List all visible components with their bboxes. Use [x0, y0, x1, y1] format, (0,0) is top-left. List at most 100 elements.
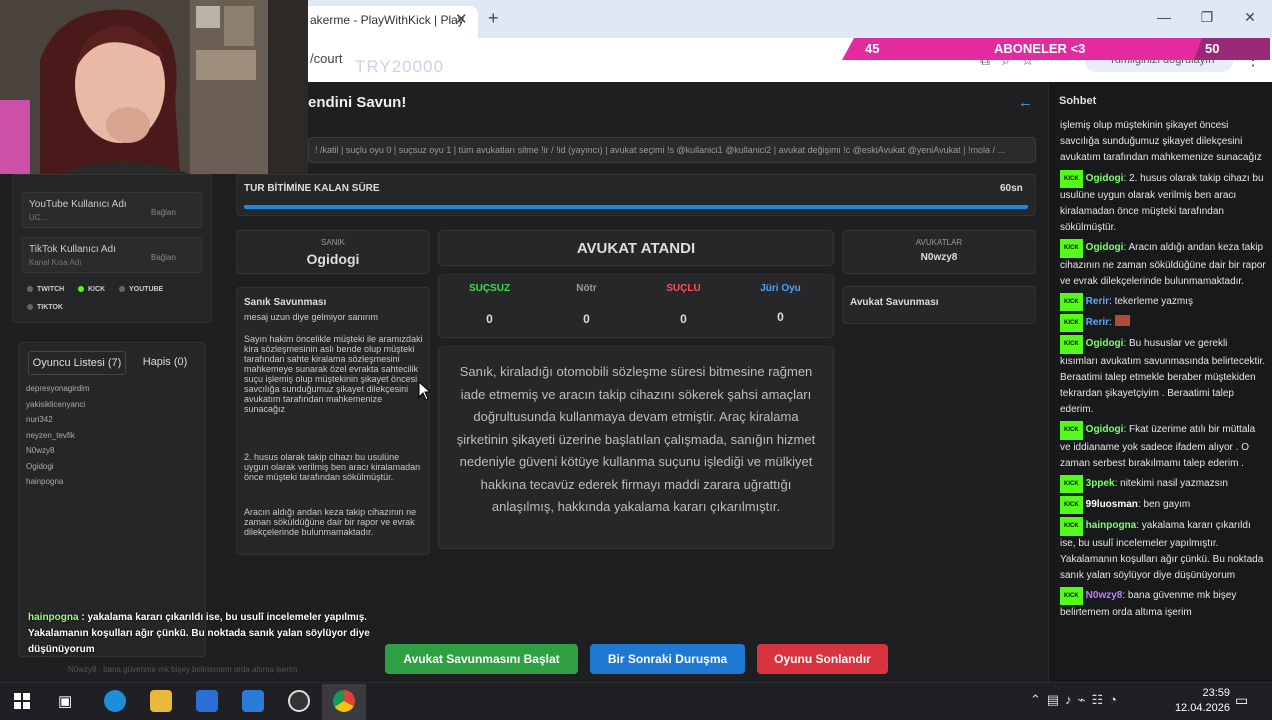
chat-message: KICK Ogidogi: Fkat üzerime atılı bir mütt…: [1060, 421, 1266, 472]
defense-paragraph-1: Sayın hakim öncelikle müşteki ile aramız…: [244, 334, 423, 414]
chat-message: KICK Ogidogi: Bu hususlar ve gerekli kısı…: [1060, 335, 1266, 418]
list-item[interactable]: Ogidogi: [26, 462, 54, 471]
tiktok-connect-button[interactable]: Bağlan: [151, 253, 176, 262]
lawyer-assigned-banner: AVUKAT ATANDI: [438, 230, 834, 266]
chat-message: KICK Ogidogi: Aracın aldığı andan keza ta…: [1060, 239, 1266, 290]
timer-label: TUR BİTİMİNE KALAN SÜRE: [244, 183, 380, 194]
overlay-username: hainpogna: [28, 612, 79, 623]
lawyers-label: AVUKATLAR: [915, 238, 963, 247]
page-title: endini Savun!: [308, 94, 407, 111]
youtube-label: YouTube Kullanıcı Adı: [29, 199, 127, 210]
tab-player-list[interactable]: Oyuncu Listesi (7): [28, 351, 126, 375]
clock-date: 12.04.2026: [1174, 702, 1230, 714]
youtube-placeholder: UC...: [29, 213, 48, 222]
platform-kick[interactable]: KICK: [78, 286, 105, 293]
list-item[interactable]: yakisiklicenyanci: [26, 400, 85, 409]
defense-paragraph-2: 2. husus olarak takip cihazı bu usulüne …: [244, 452, 421, 482]
minimize-icon[interactable]: —: [1154, 9, 1174, 25]
platform-twitch[interactable]: TWITCH: [27, 286, 64, 293]
store-icon[interactable]: [196, 690, 218, 712]
platform-tiktok-label: TIKTOK: [37, 304, 63, 311]
chat-message: KICK Rerir: tekerleme yazmış: [1060, 293, 1266, 312]
vote-neutral-count: 0: [583, 312, 590, 326]
edge-icon[interactable]: [104, 690, 126, 712]
tiktok-placeholder: Kanal Kısa Adı: [29, 258, 82, 267]
list-item[interactable]: neyzen_tevfik: [26, 431, 75, 440]
chat-messages: işlemiş olup müştekinin şikayet öncesi s…: [1060, 118, 1266, 625]
list-item[interactable]: depresyonagirdim: [26, 384, 90, 393]
platform-youtube-label: YOUTUBE: [129, 286, 164, 293]
chat-username[interactable]: Ogidogi: [1086, 173, 1124, 184]
overlay-faded-message: N0wzy8 : bana güvenme mk bişey belirteme…: [68, 665, 298, 674]
chat-message: KICK Ogidogi: 2. husus olarak takip cihaz…: [1060, 169, 1266, 237]
next-hearing-button[interactable]: Bir Sonraki Duruşma: [590, 644, 745, 674]
tab-close-icon[interactable]: ✕: [455, 10, 468, 28]
list-item[interactable]: hainpogna: [26, 477, 63, 486]
browser-tab[interactable]: akerme - PlayWithKick | Play: [300, 6, 478, 38]
chat-username[interactable]: Ogidogi: [1086, 338, 1124, 349]
kick-badge: KICK: [1060, 293, 1083, 312]
close-window-icon[interactable]: ✕: [1240, 9, 1260, 26]
lawyer-defense-heading: Avukat Savunması: [842, 286, 1036, 324]
chat-username[interactable]: 3ppek: [1086, 478, 1115, 489]
chrome-icon[interactable]: [333, 690, 355, 712]
chat-text: nitekimi nasil yazmazsın: [1120, 478, 1228, 490]
vote-jury-count: 0: [777, 310, 784, 324]
url-field[interactable]: /court: [310, 51, 343, 66]
stream-chat-overlay: hainpogna : yakalama kararı çıkarıldı is…: [28, 612, 370, 655]
vote-neutral-label: Nötr: [576, 283, 597, 294]
emote-icon: [1114, 315, 1130, 327]
round-timer-panel: [236, 174, 1036, 216]
chat-username[interactable]: 99luosman: [1086, 499, 1138, 510]
start-icon[interactable]: [14, 693, 30, 714]
lawyer-name: N0wzy8: [920, 252, 958, 263]
new-tab-icon[interactable]: +: [488, 8, 499, 29]
defense-heading: Sanık Savunması: [244, 297, 327, 308]
sub-goal-title: ABONELER <3: [994, 41, 1086, 56]
file-explorer-icon[interactable]: [150, 690, 172, 712]
chat-username[interactable]: hainpogna: [1086, 520, 1137, 531]
case-description: Sanık, kiraladığı otomobili sözleşme sür…: [438, 346, 834, 549]
kick-badge: KICK: [1060, 496, 1083, 515]
restore-icon[interactable]: ❐: [1197, 9, 1217, 26]
kick-badge: KICK: [1060, 475, 1083, 494]
chat-message: KICK 99luosman: ben gayım: [1060, 496, 1266, 515]
chat-text: tekerleme yazmış: [1114, 296, 1193, 308]
vote-guilty-count: 0: [680, 312, 687, 326]
end-game-button[interactable]: Oyunu Sonlandır: [757, 644, 888, 674]
chat-message: KICK Rerir:: [1060, 314, 1266, 333]
vote-innocent-label: SUÇSUZ: [468, 283, 511, 294]
platform-twitch-label: TWITCH: [37, 286, 65, 293]
back-arrow-icon[interactable]: ←: [1018, 94, 1033, 111]
vote-guilty-label: SUÇLU: [666, 283, 701, 294]
chat-username[interactable]: N0wzy8: [1086, 590, 1123, 601]
chat-username[interactable]: Rerir: [1086, 296, 1109, 307]
youtube-connect-button[interactable]: Bağlan: [151, 208, 176, 217]
system-tray-icons[interactable]: ⌃▤♪⌁☷◔: [1030, 692, 1123, 708]
vote-innocent-count: 0: [486, 312, 493, 326]
start-lawyer-defense-button[interactable]: Avukat Savunmasını Başlat: [385, 644, 578, 674]
defense-subtitle: mesaj uzun diye gelmiyor sanırım: [244, 312, 379, 322]
chat-message: KICK 3ppek: nitekimi nasil yazmazsın: [1060, 475, 1266, 494]
clock[interactable]: 23:59 12.04.2026: [1170, 686, 1230, 716]
obs-icon[interactable]: [288, 690, 310, 712]
defense-paragraph-3: Aracın aldığı andan keza takip cihazının…: [244, 507, 417, 537]
defendant-name: Ogidogi: [306, 251, 360, 267]
kick-badge: KICK: [1060, 421, 1083, 440]
chat-username[interactable]: Ogidogi: [1086, 242, 1124, 253]
chat-text: Bu hususlar ve gerekli kısımları avukatı…: [1060, 338, 1266, 416]
timer-value: 60sn: [1000, 183, 1023, 194]
notification-icon[interactable]: ▭: [1235, 692, 1248, 709]
chat-message: KICK N0wzy8: bana güvenme mk bişey belirt…: [1060, 587, 1266, 621]
clock-time: 23:59: [1202, 687, 1230, 699]
list-item[interactable]: N0wzy8: [26, 446, 54, 455]
app-icon[interactable]: [242, 690, 264, 712]
tab-jail[interactable]: Hapis (0): [136, 351, 194, 375]
task-view-icon[interactable]: ▣: [58, 692, 72, 710]
platform-youtube[interactable]: YOUTUBE: [119, 286, 163, 293]
platform-tiktok[interactable]: TIKTOK: [27, 304, 63, 311]
chat-username[interactable]: Ogidogi: [1086, 424, 1124, 435]
chat-username[interactable]: Rerir: [1086, 317, 1109, 328]
list-item[interactable]: nuri342: [26, 415, 53, 424]
kick-badge: KICK: [1060, 239, 1083, 258]
